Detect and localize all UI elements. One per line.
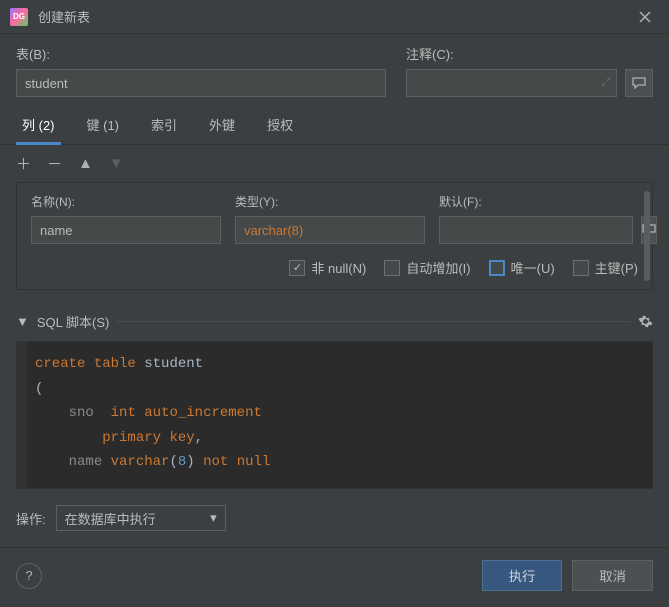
primary-checkbox[interactable]: 主键(P) [573, 258, 638, 277]
column-type-input[interactable] [235, 216, 425, 244]
chevron-down-icon: ▾ [210, 510, 217, 526]
checkbox-icon [289, 260, 305, 276]
app-icon: DG [10, 8, 28, 26]
column-default-input[interactable] [439, 216, 633, 244]
checkbox-icon [384, 260, 400, 276]
window-title: 创建新表 [38, 7, 631, 26]
execute-button[interactable]: 执行 [482, 560, 563, 591]
notnull-label: 非 null(N) [311, 258, 366, 277]
divider [117, 321, 630, 322]
autoinc-label: 自动增加(I) [406, 258, 470, 277]
sql-editor[interactable]: create table student( sno int auto_incre… [16, 341, 653, 489]
gear-icon [638, 314, 653, 329]
help-button[interactable]: ? [16, 563, 42, 589]
comment-edit-button[interactable] [625, 69, 653, 97]
speech-bubble-icon [632, 77, 646, 89]
add-button[interactable]: ＋ [16, 153, 31, 174]
expand-icon: ⤢ [601, 77, 610, 90]
titlebar: DG 创建新表 [0, 0, 669, 34]
column-name-label: 名称(N): [31, 193, 221, 210]
checkbox-icon [489, 260, 505, 276]
sql-section-label: SQL 脚本(S) [37, 312, 109, 331]
column-default-label: 默认(F): [439, 193, 589, 210]
close-icon [639, 11, 651, 23]
table-label: 表(B): [16, 44, 386, 63]
cancel-button[interactable]: 取消 [572, 560, 653, 591]
tab-columns[interactable]: 列 (2) [16, 115, 61, 145]
comment-input[interactable]: ⤢ [406, 69, 617, 97]
tab-grants[interactable]: 授权 [261, 115, 299, 144]
column-toolbar: ＋ － ▲ ▼ [0, 145, 669, 182]
action-value: 在数据库中执行 [65, 509, 156, 528]
move-up-button[interactable]: ▲ [78, 155, 93, 172]
action-select[interactable]: 在数据库中执行 ▾ [56, 505, 226, 531]
column-name-input[interactable] [31, 216, 221, 244]
remove-button[interactable]: － [47, 153, 62, 174]
sql-section-header[interactable]: ▼ SQL 脚本(S) [0, 302, 669, 341]
column-type-label: 类型(Y): [235, 193, 425, 210]
move-down-button[interactable]: ▼ [109, 155, 124, 172]
panel-scrollbar[interactable] [644, 191, 650, 281]
close-button[interactable] [631, 3, 659, 31]
editor-gutter [17, 342, 27, 488]
collapse-icon: ▼ [16, 314, 29, 329]
settings-button[interactable] [638, 314, 653, 329]
primary-label: 主键(P) [595, 258, 638, 277]
tab-indexes[interactable]: 索引 [145, 115, 183, 144]
unique-label: 唯一(U) [511, 258, 555, 277]
comment-label: 注释(C): [406, 44, 653, 63]
table-name-input[interactable] [16, 69, 386, 97]
unique-checkbox[interactable]: 唯一(U) [489, 258, 555, 277]
tab-foreign-keys[interactable]: 外键 [203, 115, 241, 144]
tab-bar: 列 (2) 键 (1) 索引 外键 授权 [0, 97, 669, 145]
notnull-checkbox[interactable]: 非 null(N) [289, 258, 366, 277]
tab-keys[interactable]: 键 (1) [81, 115, 126, 144]
column-editor-panel: 名称(N): 类型(Y): 默认(F): 非 null(N) 自动增加(I) [16, 182, 653, 290]
action-label: 操作: [16, 509, 46, 528]
checkbox-icon [573, 260, 589, 276]
autoinc-checkbox[interactable]: 自动增加(I) [384, 258, 470, 277]
